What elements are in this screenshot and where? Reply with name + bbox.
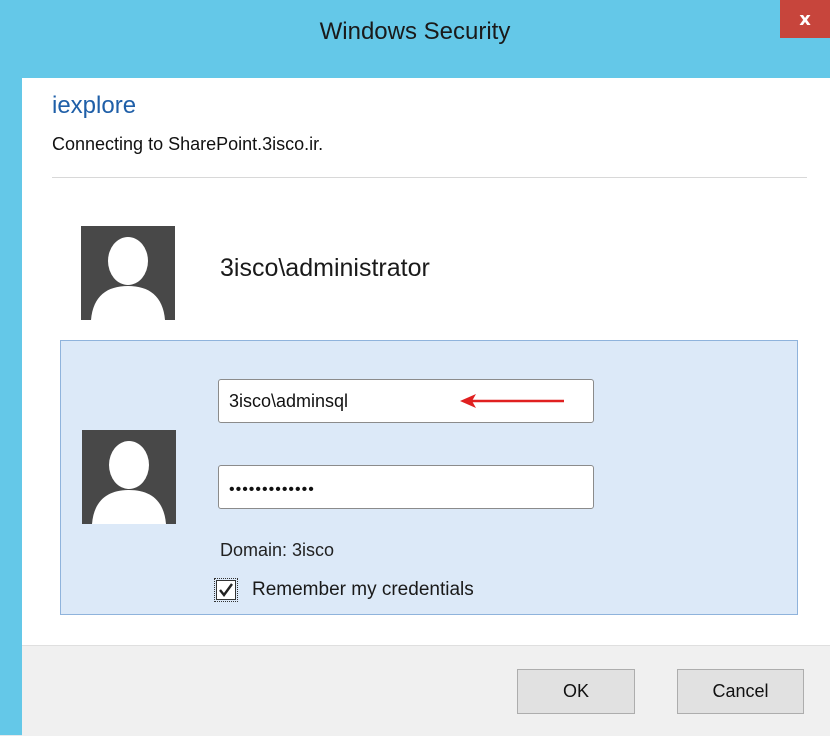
username-value: 3isco\adminsql	[229, 391, 349, 411]
dialog-body: iexplore Connecting to SharePoint.3isco.…	[22, 78, 830, 736]
remember-checkbox[interactable]	[214, 578, 238, 602]
user-avatar-icon[interactable]	[81, 226, 175, 320]
connection-message: Connecting to SharePoint.3isco.ir.	[52, 134, 324, 154]
password-value: •••••••••••••	[229, 481, 315, 498]
red-arrow-icon	[460, 394, 564, 408]
close-button[interactable]: x	[780, 0, 830, 38]
title-bar[interactable]: Windows Security x	[0, 0, 830, 78]
checkmark-icon	[219, 583, 233, 597]
button-bar: OK Cancel	[22, 645, 830, 736]
window-title: Windows Security	[319, 18, 511, 45]
password-input[interactable]: •••••••••••••	[218, 465, 594, 509]
credentials-panel: 3isco\adminsql ••••••••••••• Domain: 3is…	[60, 340, 798, 615]
cancel-button[interactable]: Cancel	[677, 669, 804, 714]
ok-button[interactable]: OK	[517, 669, 635, 714]
user-avatar-icon	[82, 430, 176, 524]
windows-security-dialog: Windows Security x iexplore Connecting t…	[0, 0, 830, 736]
domain-label: Domain: 3isco	[220, 540, 335, 560]
divider	[52, 177, 807, 178]
app-name: iexplore	[52, 92, 137, 119]
remember-credentials-row[interactable]: Remember my credentials	[214, 578, 474, 602]
remember-label[interactable]: Remember my credentials	[252, 579, 474, 601]
saved-account-username[interactable]: 3isco\administrator	[220, 254, 430, 283]
